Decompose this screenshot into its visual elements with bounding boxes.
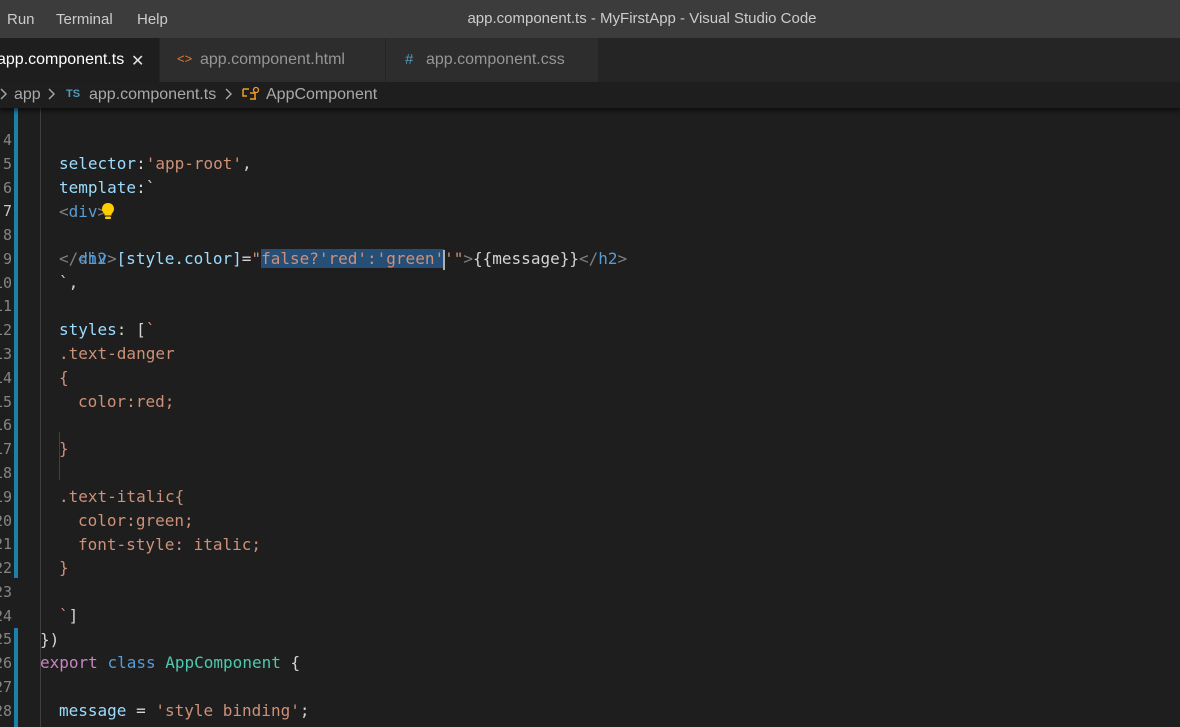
html-file-icon: <>: [177, 51, 192, 66]
code-line: 10: [0, 247, 39, 271]
code-line: 15: [0, 366, 39, 390]
breadcrumb: app TS app.component.ts AppComponent: [0, 82, 1180, 108]
title-bar: Run Terminal Help app.component.ts - MyF…: [0, 0, 1180, 38]
code-line: 17: [0, 413, 39, 437]
tab-app-component-css[interactable]: # app.component.css: [386, 38, 599, 82]
code-editor[interactable]: 4 selector:'app-root', 5 template:` 6 <d…: [0, 108, 1180, 727]
code-line: 21 }: [0, 508, 39, 532]
chevron-right-icon: [0, 85, 10, 108]
menu-run[interactable]: Run: [7, 0, 35, 38]
tab-label: app.component.css: [426, 51, 565, 69]
code-line: 6 <div>: [0, 152, 39, 176]
class-symbol-icon: [240, 85, 260, 108]
tab-label: app.component.html: [200, 51, 345, 69]
css-file-icon: #: [405, 51, 413, 68]
menu-terminal-label: Terminal: [56, 11, 113, 28]
chevron-right-icon: [224, 85, 234, 108]
breadcrumb-symbol[interactable]: AppComponent: [266, 86, 377, 104]
lightbulb-icon[interactable]: [42, 178, 58, 196]
code-line: 11 styles: [`: [0, 270, 39, 294]
code-line: 27 message = 'style binding';: [0, 651, 39, 675]
code-line: 12 .text-danger: [0, 294, 39, 318]
tab-app-component-ts[interactable]: app.component.ts ✕: [0, 38, 160, 82]
code-line: 24 }): [0, 580, 39, 604]
code-line: 4 selector:'app-root',: [0, 108, 39, 128]
code-line: 14 color:red;: [0, 342, 39, 366]
breadcrumb-folder[interactable]: app: [14, 86, 41, 104]
code-line: 13 {: [0, 318, 39, 342]
editor-tab-bar: app.component.ts ✕ <> app.component.html…: [0, 38, 1180, 82]
chevron-right-icon: [47, 85, 57, 108]
code-line: 20 font-style: italic;: [0, 485, 39, 509]
code-line: 25 export class AppComponent {: [0, 603, 39, 627]
selected-text: false?'red':'green': [261, 249, 444, 268]
code-line: 28: [0, 675, 39, 699]
window-title: app.component.ts - MyFirstApp - Visual S…: [0, 0, 1180, 38]
line-number: 29: [0, 723, 12, 727]
code-line: 26: [0, 627, 39, 651]
close-icon[interactable]: ✕: [131, 51, 144, 71]
menu-terminal[interactable]: Terminal: [56, 0, 113, 38]
code-line: 8 </div>: [0, 199, 39, 223]
code-line-current: 7 <h2 [style.color]="false?'red':'green'…: [0, 175, 39, 199]
code-line: 18 .text-italic{: [0, 437, 39, 461]
typescript-icon: TS: [66, 88, 80, 100]
code-line: 29: [0, 699, 39, 723]
code-line: 9 `,: [0, 223, 39, 247]
code-line: 16 }: [0, 389, 39, 413]
menu-run-label: Run: [7, 11, 35, 28]
code-line: 22: [0, 532, 39, 556]
code-line: 19 color:green;: [0, 461, 39, 485]
tab-label: app.component.ts: [0, 51, 124, 69]
menu-help-label: Help: [137, 11, 168, 28]
breadcrumb-file[interactable]: app.component.ts: [89, 86, 216, 104]
tab-app-component-html[interactable]: <> app.component.html: [160, 38, 386, 82]
code-line: 5 template:`: [0, 128, 39, 152]
code-line: 23 `]: [0, 556, 39, 580]
menu-help[interactable]: Help: [137, 0, 168, 38]
